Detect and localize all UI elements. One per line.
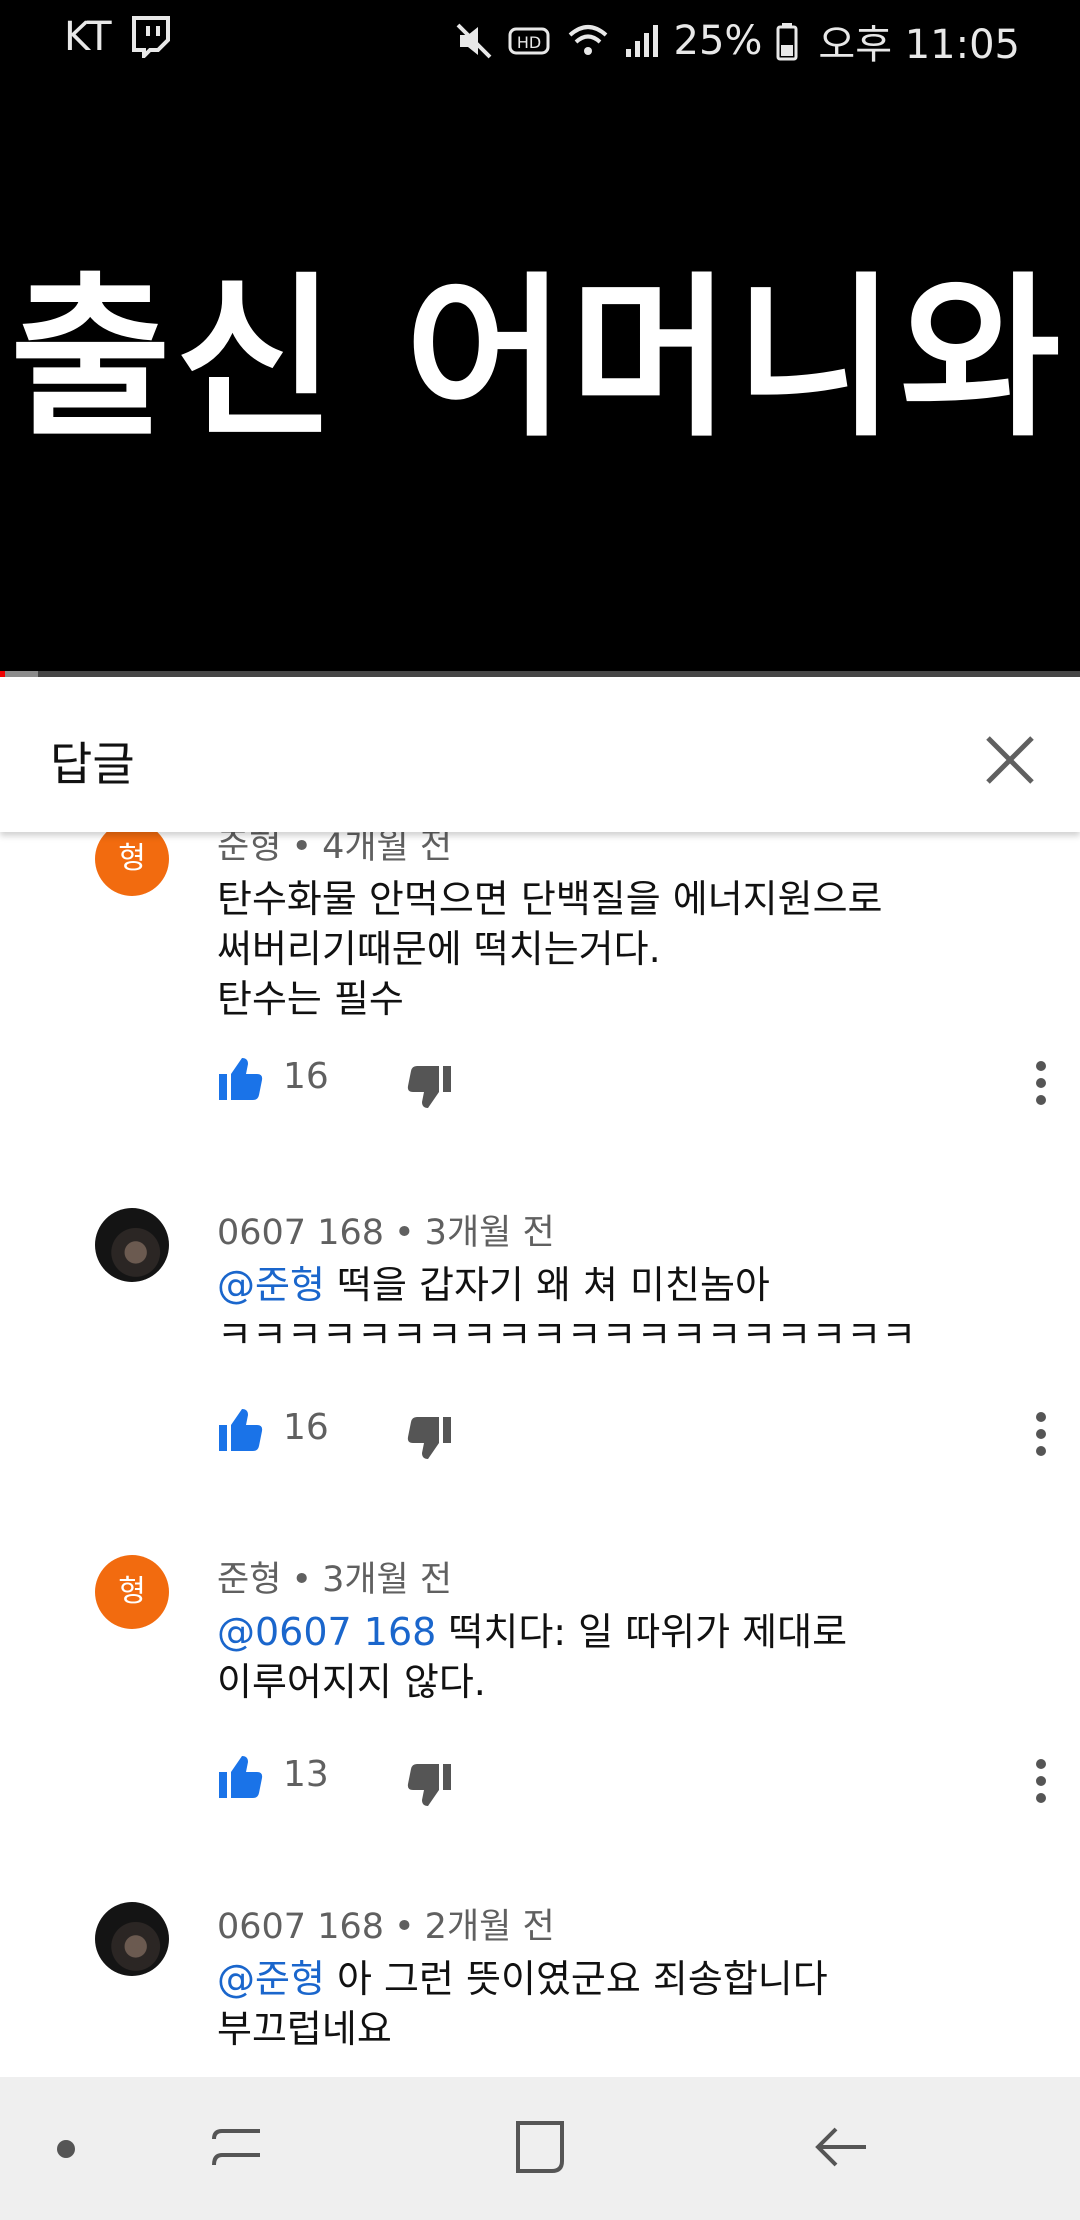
- like-count: 16: [283, 1056, 329, 1097]
- comment-time: 3개월 전: [424, 1213, 555, 1253]
- comment-actions: 16: [217, 1056, 1047, 1116]
- comment-body: @준형 아 그런 뜻이였군요 죄송합니다 부끄럽네요: [217, 1954, 997, 2054]
- comment-actions: 13: [217, 1754, 1047, 1814]
- svg-text:HD: HD: [516, 33, 540, 52]
- twitch-icon: [132, 16, 170, 58]
- thumbs-up-icon[interactable]: [217, 1407, 263, 1453]
- comment-time: 3개월 전: [322, 1560, 453, 1600]
- more-vert-icon[interactable]: [1035, 1411, 1047, 1457]
- mention-link[interactable]: @0607 168: [217, 1610, 436, 1654]
- comment-time: 4개월 전: [322, 832, 453, 867]
- comment-author[interactable]: 준형: [217, 832, 281, 867]
- carrier-label: KT: [64, 14, 112, 60]
- thumbs-down-icon[interactable]: [407, 1064, 453, 1110]
- comment-body: @준형 떡을 갑자기 왜 쳐 미친놈아 ㅋㅋㅋㅋㅋㅋㅋㅋㅋㅋㅋㅋㅋㅋㅋㅋㅋㅋㅋㅋ: [217, 1260, 997, 1350]
- like-count: 13: [283, 1754, 329, 1795]
- video-player[interactable]: 출신 어머니와: [0, 72, 1080, 677]
- battery-percent: 25%: [673, 18, 763, 64]
- mute-icon: [456, 23, 491, 59]
- thumbs-up-icon[interactable]: [217, 1056, 263, 1102]
- replies-header: 답글: [0, 680, 1080, 832]
- comment-line: 부끄럽네요: [217, 2007, 392, 2051]
- dot-icon[interactable]: [54, 2137, 78, 2161]
- back-icon[interactable]: [812, 2117, 872, 2177]
- wifi-icon: [568, 25, 607, 55]
- comment-body: 탄수화물 안먹으면 단백질을 에너지원으로 써버리기때문에 떡치는거다. 탄수는…: [217, 874, 997, 1024]
- avatar[interactable]: [95, 1902, 169, 1976]
- recent-apps-icon[interactable]: [208, 2117, 268, 2177]
- comment-line: 떡치다: 일 따위가 제대로: [436, 1610, 848, 1654]
- avatar[interactable]: [95, 1208, 169, 1282]
- battery-icon: [776, 23, 798, 61]
- mention-link[interactable]: @준형: [217, 1957, 325, 2001]
- thumbs-up-icon[interactable]: [217, 1754, 263, 1800]
- progress-fill: [0, 671, 6, 677]
- thumbs-down-icon[interactable]: [407, 1762, 453, 1808]
- comment-meta: 0607 168 • 2개월 전: [217, 1907, 555, 1947]
- like-count: 16: [283, 1407, 329, 1448]
- panel-title: 답글: [50, 737, 135, 791]
- thumbs-down-icon[interactable]: [407, 1415, 453, 1461]
- comment-author[interactable]: 0607 168: [217, 1213, 384, 1253]
- comment-line: 써버리기때문에 떡치는거다.: [217, 927, 661, 971]
- avatar[interactable]: 형: [95, 832, 169, 896]
- comment-line: 탄수는 필수: [217, 977, 404, 1021]
- comment-author[interactable]: 0607 168: [217, 1907, 384, 1947]
- more-vert-icon[interactable]: [1035, 1060, 1047, 1106]
- comment-line: 아 그런 뜻이였군요 죄송합니다: [324, 1957, 828, 2001]
- progress-buffer: [5, 671, 38, 677]
- close-icon[interactable]: [980, 730, 1040, 790]
- comment-line: ㅋㅋㅋㅋㅋㅋㅋㅋㅋㅋㅋㅋㅋㅋㅋㅋㅋㅋㅋㅋ: [217, 1313, 917, 1350]
- comment-line: 탄수화물 안먹으면 단백질을 에너지원으로: [217, 877, 883, 921]
- status-bar: KT HD 25% 오후 11:05: [0, 0, 1080, 72]
- comment-meta: 0607 168 • 3개월 전: [217, 1213, 555, 1253]
- video-caption: 출신 어머니와: [10, 258, 1065, 461]
- comment-author[interactable]: 준형: [217, 1560, 281, 1600]
- comment-body: @0607 168 떡치다: 일 따위가 제대로 이루어지지 않다.: [217, 1607, 997, 1707]
- mention-link[interactable]: @준형: [217, 1263, 325, 1307]
- more-vert-icon[interactable]: [1035, 1758, 1047, 1804]
- comment-meta: 준형 • 4개월 전: [217, 832, 452, 869]
- comment-line: 이루어지지 않다.: [217, 1660, 486, 1704]
- comment-time: 2개월 전: [424, 1907, 555, 1947]
- signal-icon: [625, 25, 658, 57]
- navigation-bar: [0, 2077, 1080, 2220]
- comment-actions: 16: [217, 1407, 1047, 1467]
- clock: 오후 11:05: [818, 22, 1020, 68]
- comment-line: 떡을 갑자기 왜 쳐 미친놈아: [324, 1263, 770, 1307]
- hd-icon: HD: [508, 27, 549, 55]
- progress-bar[interactable]: [0, 671, 1080, 677]
- comment-list[interactable]: 형 준형 • 4개월 전 탄수화물 안먹으면 단백질을 에너지원으로 써버리기때문에…: [0, 832, 1080, 2077]
- comment-meta: 준형 • 3개월 전: [217, 1560, 453, 1600]
- avatar[interactable]: 형: [95, 1555, 169, 1629]
- home-icon[interactable]: [510, 2117, 570, 2177]
